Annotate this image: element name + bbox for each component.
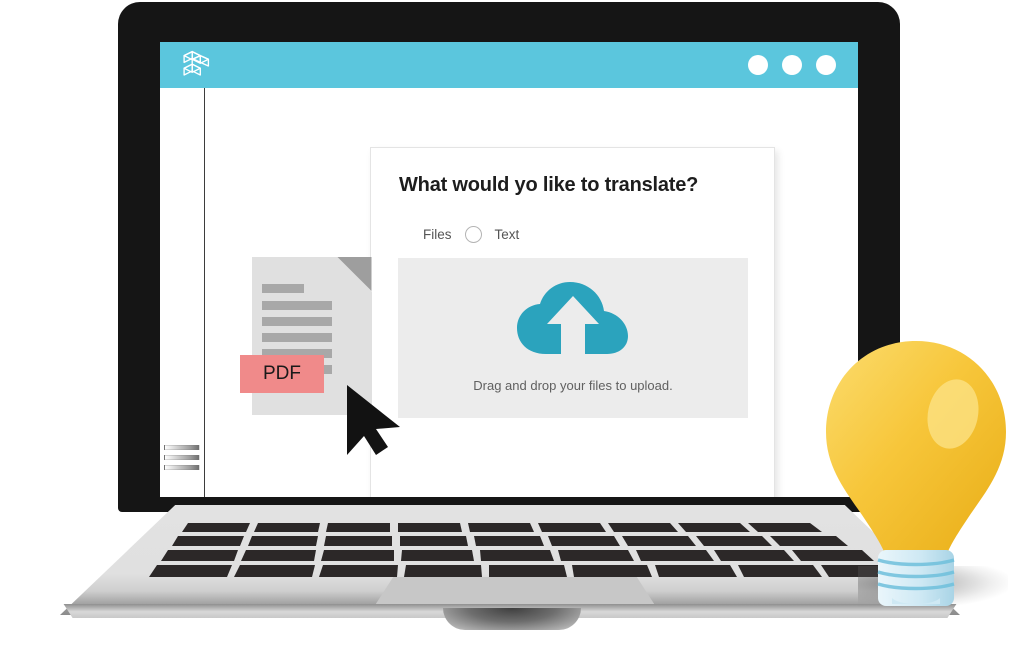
document-text-line [262, 317, 332, 326]
illustration-canvas: What would yo like to translate? Files T… [0, 0, 1024, 671]
dropzone-hint: Drag and drop your files to upload. [473, 378, 673, 393]
document-text-line [262, 284, 304, 293]
sidebar [160, 88, 205, 497]
window-dot-3[interactable] [816, 55, 836, 75]
document-text-line [262, 333, 332, 342]
light-bulb-icon [816, 336, 1016, 606]
stacked-line-2 [164, 455, 200, 460]
laptop-latch-notch [443, 608, 581, 630]
window-dot-2[interactable] [782, 55, 802, 75]
arrow-cursor-icon [344, 383, 406, 461]
cloud-upload-icon [398, 270, 748, 365]
radio-circle-unchecked-icon[interactable] [464, 226, 482, 243]
translate-dialog: What would yo like to translate? Files T… [370, 147, 775, 497]
text-option-label: Text [494, 227, 520, 242]
stacked-line-3 [164, 465, 200, 470]
file-dropzone[interactable]: Drag and drop your files to upload. [398, 258, 748, 418]
isometric-blocks-logo-icon [176, 48, 212, 84]
window-controls[interactable] [748, 55, 836, 75]
app-titlebar [160, 42, 858, 88]
window-dot-1[interactable] [748, 55, 768, 75]
stacked-lines-icon[interactable] [164, 445, 200, 475]
stacked-line-1 [164, 445, 200, 450]
files-option-label: Files [423, 227, 452, 242]
pdf-badge: PDF [240, 355, 324, 393]
document-text-line [262, 301, 332, 310]
source-type-toggle[interactable]: Files Text [423, 226, 519, 243]
dialog-title: What would yo like to translate? [399, 174, 699, 196]
